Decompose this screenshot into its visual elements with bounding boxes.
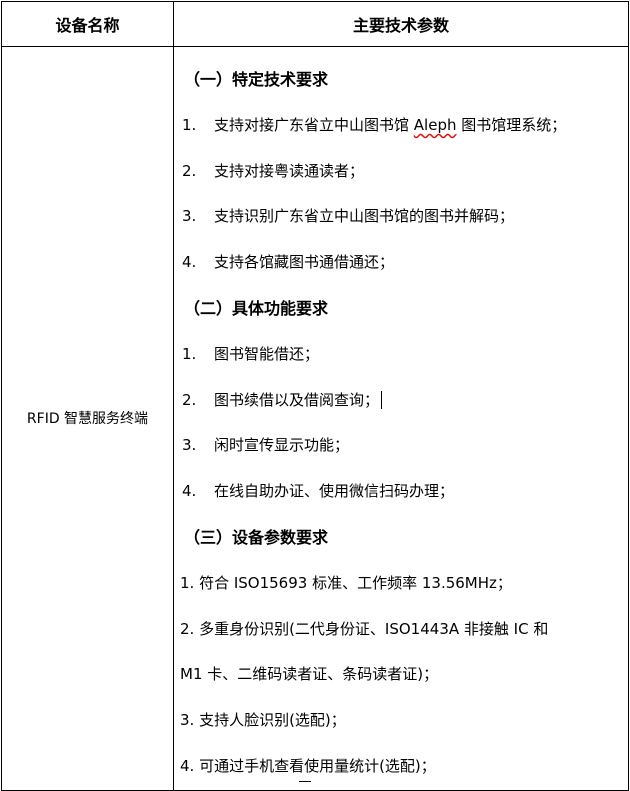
device-name-cell: RFID 智慧服务终端 <box>1 46 174 791</box>
list-item: 3. 闲时宣传显示功能； <box>180 423 622 469</box>
item-number: 2. <box>182 161 197 180</box>
list-item-continuation: M1 卡、二维码读者证、条码读者证)； <box>180 665 439 684</box>
item-number: 1. <box>182 115 197 134</box>
item-text: 支持对接广东省立中山图书馆 <box>214 115 414 134</box>
item-text: 支持各馆藏图书通借通还； <box>214 253 395 272</box>
spellcheck-word: Aleph <box>413 115 457 134</box>
section-title-specific-requirements: （一）特定技术要求 <box>184 70 329 89</box>
spec-table: 设备名称 主要技术参数 RFID 智慧服务终端 （一）特定技术要求 1. 支持对接… <box>1 1 629 791</box>
item-number: 3. <box>182 207 197 226</box>
item-text: 闲时宣传显示功能； <box>214 436 350 455</box>
list-item: 4. 支持各馆藏图书通借通还； <box>180 240 622 286</box>
list-item: 2. 多重身份识别(二代身份证、ISO1443A 非接触 IC 和 <box>180 619 549 638</box>
table-row: RFID 智慧服务终端 （一）特定技术要求 1. 支持对接广东省立中山图书馆 Al… <box>1 46 629 791</box>
item-number: 4. <box>182 253 197 272</box>
list-item: 3. 支持识别广东省立中山图书馆的图书并解码； <box>180 194 622 240</box>
page-mark <box>299 781 311 782</box>
item-text: 支持对接粤读通读者； <box>214 161 365 180</box>
item-text: 在线自助办证、使用微信扫码办理； <box>214 482 455 501</box>
item-text: 图书智能借还； <box>214 344 320 363</box>
list-item: 2. 支持对接粤读通读者； <box>180 149 622 195</box>
header-row: 设备名称 主要技术参数 <box>1 1 629 47</box>
header-main-params: 主要技术参数 <box>173 1 629 47</box>
list-item: 2. 图书续借以及借阅查询； <box>180 378 622 424</box>
list-item: 4. 在线自助办证、使用微信扫码办理； <box>180 469 622 515</box>
item-text: 图书馆理系统； <box>456 115 567 134</box>
item-number: 4. <box>182 482 197 501</box>
section-title-device-parameters: （三）设备参数要求 <box>184 527 329 547</box>
list-item: 1. 图书智能借还； <box>180 332 622 378</box>
item-text: 图书续借以及借阅查询； <box>214 390 380 409</box>
list-item: 1. 符合 ISO15693 标准、工作频率 13.56MHz； <box>180 573 512 592</box>
item-number: 2. <box>182 390 197 409</box>
text-cursor <box>381 391 383 410</box>
item-number: 1. <box>182 344 197 363</box>
item-number: 3. <box>182 436 197 455</box>
item-text: 支持识别广东省立中山图书馆的图书并解码； <box>214 207 515 226</box>
params-cell: （一）特定技术要求 1. 支持对接广东省立中山图书馆 Aleph 图书馆理系统； … <box>173 46 629 791</box>
list-item: 1. 支持对接广东省立中山图书馆 Aleph 图书馆理系统； <box>180 103 622 149</box>
list-item: 4. 可通过手机查看使用量统计(选配)； <box>180 756 436 775</box>
header-device-name: 设备名称 <box>1 1 174 47</box>
list-item: 3. 支持人脸识别(选配)； <box>180 711 346 730</box>
section-title-function-requirements: （二）具体功能要求 <box>184 298 329 318</box>
